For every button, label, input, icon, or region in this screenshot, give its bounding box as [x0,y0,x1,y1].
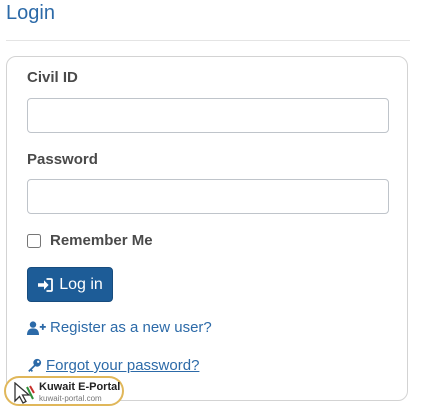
sign-in-icon [37,277,54,292]
login-button-label: Log in [59,275,103,293]
remember-me-checkbox[interactable] [27,233,41,248]
register-link[interactable]: Register as a new user? [27,319,212,336]
user-plus-icon [27,320,50,335]
remember-me-label[interactable]: Remember Me [50,232,153,249]
password-label: Password [27,151,98,168]
login-button[interactable]: Log in [27,267,113,302]
key-icon [27,358,46,373]
civil-id-input[interactable] [27,98,389,133]
site-watermark-badge: Kuwait E-Portal kuwait-portal.com [4,376,124,406]
page-title: Login [6,2,55,24]
watermark-title: Kuwait E-Portal [39,381,121,393]
forgot-password-link-label[interactable]: Forgot your password? [46,357,199,374]
civil-id-label: Civil ID [27,69,78,86]
title-divider [6,40,410,41]
forgot-password-link[interactable]: Forgot your password? [27,357,199,374]
cursor-logo-icon [14,381,36,409]
watermark-subtitle: kuwait-portal.com [39,394,102,403]
password-input[interactable] [27,179,389,214]
remember-me-row[interactable]: Remember Me [27,232,153,249]
register-link-label[interactable]: Register as a new user? [50,319,212,336]
